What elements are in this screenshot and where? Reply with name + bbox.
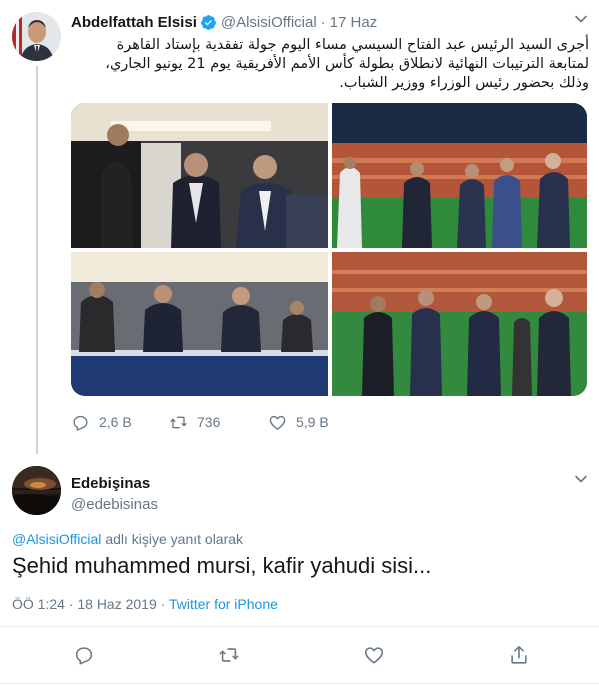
tweet-photo[interactable] xyxy=(71,103,328,248)
tweet-photo[interactable] xyxy=(71,252,328,396)
reply-action-bar xyxy=(0,640,599,668)
tweet-photo[interactable] xyxy=(332,103,587,248)
reply-source-link[interactable]: Twitter for iPhone xyxy=(169,596,278,612)
retweet-count: 736 xyxy=(197,414,221,430)
reply-text: Şehid muhammed mursi, kafir yahudi sisi.… xyxy=(12,553,432,578)
reply-author-avatar[interactable] xyxy=(12,466,61,515)
author-avatar[interactable] xyxy=(12,12,61,61)
tweet-text-line: أجرى السيد الرئيس عبد الفتاح السيسي مساء… xyxy=(116,37,589,53)
tweet-header: Abdelfattah Elsisi @AlsisiOfficial · 17 … xyxy=(71,12,377,32)
author-handle[interactable]: @AlsisiOfficial xyxy=(221,14,317,31)
thread-connector-line xyxy=(36,66,38,454)
reply-context-text: adlı kişiye yanıt olarak xyxy=(105,531,244,547)
reply-timestamp[interactable]: ÖÖ 1:24 · 18 Haz 2019 · xyxy=(12,596,165,612)
verified-badge-icon xyxy=(200,14,217,31)
tweet-media-grid xyxy=(71,103,587,396)
tweet-text-line: لمتابعة الترتيبات النهائية لانطلاق بطولة… xyxy=(105,56,589,72)
reply-action[interactable]: 2,6 B xyxy=(71,411,132,433)
reply-author-handle[interactable]: @edebisinas xyxy=(71,495,158,514)
reply-author-name[interactable]: Edebişinas xyxy=(71,474,158,493)
tweet-photo[interactable] xyxy=(332,252,587,396)
divider xyxy=(0,626,599,627)
chevron-down-icon[interactable] xyxy=(574,472,588,486)
reply-icon[interactable] xyxy=(73,644,95,666)
tweet-text: أجرى السيد الرئيس عبد الفتاح السيسي مساء… xyxy=(71,36,589,93)
chevron-down-icon[interactable] xyxy=(574,12,588,26)
like-icon[interactable] xyxy=(363,644,385,666)
reply-to-link[interactable]: @AlsisiOfficial xyxy=(12,531,101,547)
share-icon[interactable] xyxy=(508,644,530,666)
like-icon xyxy=(269,415,286,430)
author-name[interactable]: Abdelfattah Elsisi xyxy=(71,14,197,31)
reply-count: 2,6 B xyxy=(99,414,132,430)
retweet-icon[interactable] xyxy=(218,644,240,666)
separator-dot: · xyxy=(320,13,326,31)
tweet-date[interactable]: 17 Haz xyxy=(330,14,378,31)
like-action[interactable]: 5,9 B xyxy=(268,411,329,433)
tweet-text-line: وذلك بحضور رئيس الوزراء ووزير الشباب. xyxy=(339,75,589,91)
reply-context: @AlsisiOfficial adlı kişiye yanıt olarak xyxy=(12,531,243,547)
reply-header: Edebişinas @edebisinas xyxy=(71,474,158,514)
reply-meta: ÖÖ 1:24 · 18 Haz 2019 · Twitter for iPho… xyxy=(12,596,278,612)
divider xyxy=(0,683,599,684)
like-count: 5,9 B xyxy=(296,414,329,430)
reply-icon xyxy=(73,415,88,431)
retweet-action[interactable]: 736 xyxy=(169,411,220,433)
retweet-icon xyxy=(170,416,187,428)
